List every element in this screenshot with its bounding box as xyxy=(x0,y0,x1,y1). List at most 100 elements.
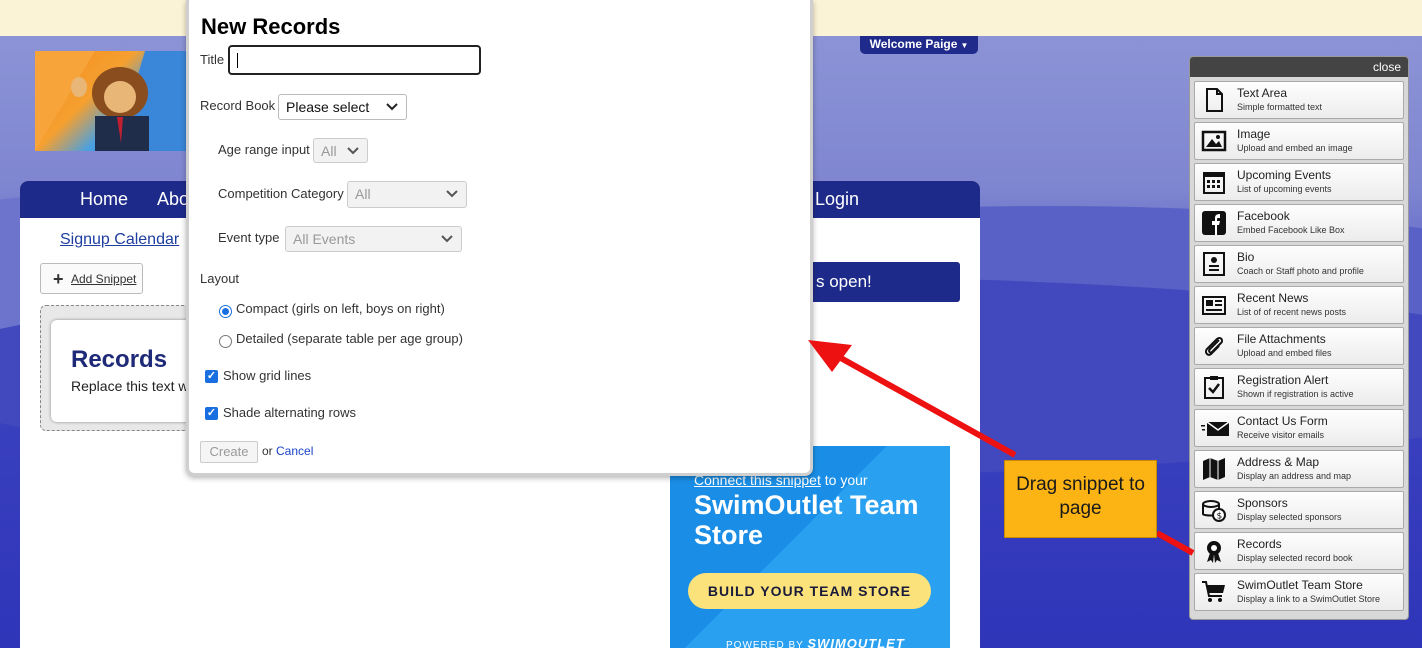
plus-icon: + xyxy=(53,269,64,289)
registration-open-banner[interactable]: s open! xyxy=(800,262,960,302)
age-range-value: All xyxy=(321,143,337,159)
welcome-user-menu[interactable]: Welcome Paige ▼ xyxy=(860,36,978,54)
show-grid-lines-checkbox[interactable]: ✓ xyxy=(205,370,218,383)
snippet-swimoutlet-team-store[interactable]: SwimOutlet Team Store Display a link to … xyxy=(1194,573,1404,611)
snippet-name: Text Area xyxy=(1237,86,1288,100)
image-icon xyxy=(1201,128,1227,154)
snippet-recent-news[interactable]: Recent News List of of recent news posts xyxy=(1194,286,1404,324)
snippet-text: Replace this text w xyxy=(71,378,189,394)
nav-home[interactable]: Home xyxy=(80,189,128,210)
title-label: Title xyxy=(200,52,225,67)
snippet-desc: List of upcoming events xyxy=(1237,184,1332,194)
snippet-title: Records xyxy=(71,346,168,373)
build-team-store-button[interactable]: BUILD YOUR TEAM STORE xyxy=(688,573,931,609)
snippet-desc: Display a link to a SwimOutlet Store xyxy=(1237,594,1381,604)
snippet-text-area[interactable]: Text Area Simple formatted text xyxy=(1194,81,1404,119)
panel-close-button[interactable]: close xyxy=(1373,60,1401,74)
snippet-contact-us-form[interactable]: Contact Us Form Receive visitor emails xyxy=(1194,409,1404,447)
snippet-name: Bio xyxy=(1237,250,1255,264)
new-records-dialog: New Records Title Record Book Please sel… xyxy=(186,0,813,476)
snippet-desc: Receive visitor emails xyxy=(1237,430,1325,440)
profile-card-icon xyxy=(1201,251,1227,277)
competition-category-value: All xyxy=(355,186,371,202)
snippet-bio[interactable]: Bio Coach or Staff photo and profile xyxy=(1194,245,1404,283)
signup-calendar-link[interactable]: Signup Calendar xyxy=(60,231,179,249)
snippet-name: SwimOutlet Team Store xyxy=(1237,578,1363,592)
show-grid-lines-label[interactable]: Show grid lines xyxy=(223,368,311,383)
nav-login[interactable]: Login xyxy=(815,189,859,210)
create-button[interactable]: Create xyxy=(200,441,258,463)
dialog-title: New Records xyxy=(201,14,341,39)
snippet-registration-alert[interactable]: Registration Alert Shown if registration… xyxy=(1194,368,1404,406)
chevron-down-icon xyxy=(386,98,398,119)
snippet-sponsors[interactable]: $ Sponsors Display selected sponsors xyxy=(1194,491,1404,529)
chevron-down-icon xyxy=(446,185,458,206)
snippet-desc: Coach or Staff photo and profile xyxy=(1237,266,1364,276)
award-ribbon-icon xyxy=(1201,538,1227,564)
snippet-desc: Shown if registration is active xyxy=(1237,389,1354,399)
record-book-select[interactable]: Please select xyxy=(278,94,407,120)
callout-text: Drag snippet to page xyxy=(1016,474,1145,519)
snippet-name: Image xyxy=(1237,127,1271,141)
shade-rows-checkbox[interactable]: ✓ xyxy=(205,407,218,420)
shade-rows-label[interactable]: Shade alternating rows xyxy=(223,405,356,420)
snippet-image[interactable]: Image Upload and embed an image xyxy=(1194,122,1404,160)
event-type-select[interactable]: All Events xyxy=(285,226,462,252)
envelope-icon xyxy=(1201,415,1230,441)
clipboard-check-icon xyxy=(1201,374,1227,400)
snippet-panel-header: close xyxy=(1190,57,1408,77)
add-snippet-button[interactable]: + Add Snippet xyxy=(40,263,143,294)
snippet-name: Facebook xyxy=(1237,209,1290,223)
swimoutlet-promo: Connect this snippet to your SwimOutlet … xyxy=(670,446,950,648)
snippet-file-attachments[interactable]: File Attachments Upload and embed files xyxy=(1194,327,1404,365)
coins-icon: $ xyxy=(1201,497,1227,523)
event-type-label: Event type xyxy=(218,230,280,245)
newspaper-icon xyxy=(1201,292,1227,318)
snippet-name: Sponsors xyxy=(1237,496,1288,510)
chevron-down-icon xyxy=(441,230,453,251)
snippet-panel: close Text Area Simple formatted text Im… xyxy=(1189,56,1409,620)
facebook-icon xyxy=(1201,210,1227,236)
snippet-desc: List of of recent news posts xyxy=(1237,307,1347,317)
svg-text:$: $ xyxy=(1217,512,1223,522)
document-icon xyxy=(1201,87,1227,113)
add-snippet-label: Add Snippet xyxy=(71,272,137,286)
snippet-name: Upcoming Events xyxy=(1237,168,1332,182)
record-book-label: Record Book xyxy=(200,98,276,113)
text-caret xyxy=(237,53,238,68)
or-text: or xyxy=(262,444,273,458)
chevron-down-icon xyxy=(347,142,359,163)
cart-icon xyxy=(1201,579,1227,605)
calendar-icon xyxy=(1201,169,1227,195)
snippet-upcoming-events[interactable]: Upcoming Events List of upcoming events xyxy=(1194,163,1404,201)
snippet-facebook[interactable]: Facebook Embed Facebook Like Box xyxy=(1194,204,1404,242)
paperclip-icon xyxy=(1201,333,1227,359)
powered-by: POWERED BY SWIMOUTLET xyxy=(726,636,905,648)
snippet-name: Recent News xyxy=(1237,291,1309,305)
layout-label: Layout xyxy=(200,271,240,286)
cancel-link[interactable]: Cancel xyxy=(276,444,313,458)
snippet-name: Contact Us Form xyxy=(1237,414,1328,428)
age-range-select[interactable]: All xyxy=(313,138,368,163)
layout-compact-label[interactable]: Compact (girls on left, boys on right) xyxy=(236,301,445,316)
swimoutlet-logo: SWIMOUTLET xyxy=(807,636,905,648)
snippet-desc: Display selected record book xyxy=(1237,553,1353,563)
snippet-address-map[interactable]: Address & Map Display an address and map xyxy=(1194,450,1404,488)
snippet-desc: Simple formatted text xyxy=(1237,102,1323,112)
layout-detailed-radio[interactable] xyxy=(219,335,232,348)
snippet-name: Records xyxy=(1237,537,1282,551)
competition-category-label: Competition Category xyxy=(218,186,344,201)
layout-detailed-label[interactable]: Detailed (separate table per age group) xyxy=(236,331,463,346)
nav-about[interactable]: Abo xyxy=(157,189,189,210)
snippet-desc: Upload and embed an image xyxy=(1237,143,1353,153)
title-input[interactable] xyxy=(228,45,481,75)
team-logo[interactable] xyxy=(35,51,187,151)
snippet-desc: Display an address and map xyxy=(1237,471,1352,481)
competition-category-select[interactable]: All xyxy=(347,181,467,208)
snippet-name: Address & Map xyxy=(1237,455,1320,469)
powered-by-label: POWERED BY xyxy=(726,640,804,648)
snippet-records[interactable]: Records Display selected record book xyxy=(1194,532,1404,570)
snippet-name: Registration Alert xyxy=(1237,373,1329,387)
layout-compact-radio[interactable] xyxy=(219,305,232,318)
snippet-desc: Embed Facebook Like Box xyxy=(1237,225,1345,235)
